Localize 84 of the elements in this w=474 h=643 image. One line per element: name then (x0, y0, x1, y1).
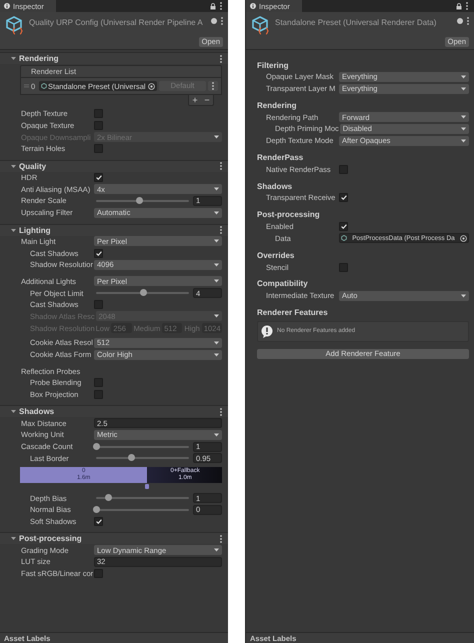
info-icon (250, 3, 256, 9)
section-foldout[interactable]: Lighting (0, 224, 228, 236)
slider-thumb[interactable] (140, 289, 146, 296)
caret-icon (461, 294, 466, 298)
more-button[interactable] (208, 81, 218, 91)
checkbox[interactable] (94, 173, 103, 182)
caret-icon (214, 187, 219, 192)
check-icon (340, 224, 346, 230)
checkbox[interactable] (94, 390, 103, 400)
caret-icon (461, 74, 466, 79)
group-heading: Shadows (257, 180, 294, 192)
add-button[interactable]: + (189, 95, 201, 105)
caret-icon (214, 279, 219, 284)
slider-track[interactable] (96, 200, 189, 202)
asset-icon (41, 83, 47, 89)
slider-track[interactable] (96, 457, 189, 460)
checkbox[interactable] (94, 516, 103, 526)
checkbox[interactable] (94, 248, 103, 258)
checkbox[interactable] (339, 193, 348, 202)
asset-title: Quality URP Config (Universal Render Pipeline A (29, 17, 204, 28)
checkbox[interactable] (339, 262, 348, 272)
checkbox[interactable] (94, 378, 103, 388)
asset-icon (341, 235, 347, 242)
caret-icon (214, 548, 219, 552)
group-heading: Filtering (257, 60, 290, 71)
lock-icon[interactable] (210, 2, 216, 10)
group-heading: Post-processing (257, 209, 321, 221)
checkbox[interactable] (94, 121, 103, 130)
target-icon[interactable] (460, 234, 467, 242)
caret-icon (461, 126, 466, 131)
caret-icon (214, 314, 219, 318)
asset-title: Standalone Preset (Universal Renderer Data) (275, 17, 438, 28)
triangle-icon (11, 164, 16, 169)
group-heading: Overrides (257, 250, 296, 262)
caret-icon (214, 432, 219, 437)
checkbox[interactable] (339, 164, 348, 174)
caret-icon (461, 86, 466, 91)
check-icon (96, 250, 102, 256)
group-heading: Renderer Features (257, 307, 329, 319)
checkbox[interactable] (94, 109, 103, 118)
slider-track[interactable] (96, 508, 189, 511)
checkbox[interactable] (94, 300, 103, 310)
check-icon (96, 518, 102, 524)
group-heading: Rendering (257, 100, 298, 112)
asset-icon (5, 15, 25, 37)
check-icon (96, 175, 102, 180)
triangle-icon (11, 56, 16, 61)
asset-icon (251, 15, 271, 37)
caret-icon (214, 239, 219, 244)
slider-thumb[interactable] (105, 494, 112, 502)
caret-icon (461, 138, 466, 143)
triangle-icon (11, 536, 16, 542)
caret-icon (214, 210, 219, 215)
section-foldout[interactable]: Post-processing (0, 532, 228, 544)
slider-track[interactable] (96, 292, 189, 294)
slider-thumb[interactable] (128, 454, 136, 462)
drag-handle-icon[interactable] (24, 84, 29, 88)
slider-track[interactable] (96, 446, 189, 448)
slider-thumb[interactable] (93, 506, 100, 513)
triangle-icon (11, 409, 16, 414)
section-foldout[interactable]: Rendering (0, 52, 228, 64)
checkbox[interactable] (94, 144, 103, 154)
group-heading: RenderPass (257, 152, 304, 164)
info-icon (4, 3, 10, 9)
triangle-icon (11, 228, 16, 232)
group-heading: Compatibility (257, 278, 309, 290)
warning-icon (261, 324, 273, 338)
caret-icon (214, 340, 219, 345)
caret-icon (214, 135, 219, 140)
slider-thumb[interactable] (93, 442, 100, 450)
section-foldout[interactable]: Shadows (0, 405, 228, 418)
caret-icon (461, 115, 466, 120)
checkbox[interactable] (94, 568, 104, 578)
caret-icon (214, 352, 219, 357)
check-icon (340, 195, 346, 200)
section-foldout[interactable]: Quality (0, 160, 228, 172)
lock-icon[interactable] (456, 2, 462, 10)
target-icon[interactable] (148, 82, 155, 90)
remove-button[interactable]: − (201, 95, 213, 105)
checkbox[interactable] (339, 222, 348, 232)
slider-thumb[interactable] (136, 196, 143, 204)
slider-track[interactable] (96, 497, 189, 500)
caret-icon (214, 262, 219, 267)
cascade-handle[interactable] (145, 484, 150, 490)
